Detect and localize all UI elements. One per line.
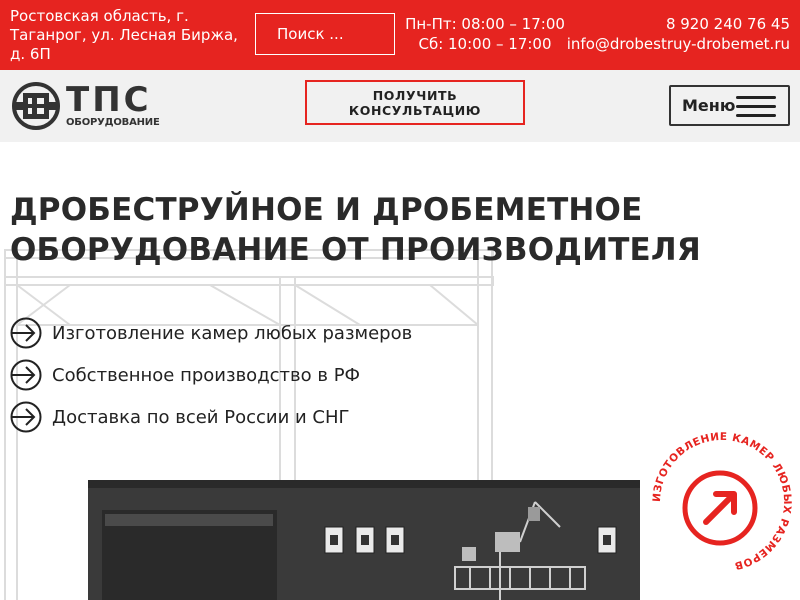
get-consultation-button[interactable]: ПОЛУЧИТЬ КОНСУЛЬТАЦИЮ: [305, 80, 525, 125]
custom-chambers-badge[interactable]: ИЗГОТОВЛЕНИЕ КАМЕР ЛЮБЫХ РАЗМЕРОВ: [642, 422, 800, 582]
logo-mark-icon: [12, 82, 60, 130]
hamburger-icon: [736, 96, 776, 117]
search-placeholder: Поиск ...: [277, 25, 344, 43]
hours-saturday: Сб: 10:00 – 17:00: [418, 35, 552, 53]
arrow-right-circle-icon: [10, 317, 42, 349]
feature-item: Собственное производство в РФ: [10, 354, 412, 396]
working-hours: Пн-Пт: 08:00 – 17:00 Сб: 10:00 – 17:00: [405, 14, 565, 54]
feature-text: Доставка по всей России и СНГ: [52, 406, 350, 428]
arrow-right-circle-icon: [10, 401, 42, 433]
feature-text: Изготовление камер любых размеров: [52, 322, 413, 344]
contacts: 8 920 240 76 45 info@drobestruy-drobemet…: [567, 14, 790, 54]
hero-title-line2: ОБОРУДОВАНИЕ ОТ ПРОИЗВОДИТЕЛЯ: [10, 232, 701, 268]
hero-section: ДРОБЕСТРУЙНОЕ И ДРОБЕМЕТНОЕ ОБОРУДОВАНИЕ…: [0, 142, 800, 600]
logo-sub: ОБОРУДОВАНИЕ: [66, 116, 160, 128]
phone-link[interactable]: 8 920 240 76 45: [567, 14, 790, 34]
search-input[interactable]: Поиск ...: [255, 13, 395, 55]
logo-text: ТПС ОБОРУДОВАНИЕ: [66, 79, 160, 128]
logo[interactable]: ТПС ОБОРУДОВАНИЕ: [11, 80, 161, 132]
menu-label: Меню: [682, 96, 736, 115]
feature-item: Доставка по всей России и СНГ: [10, 396, 412, 438]
arrow-right-circle-icon: [10, 359, 42, 391]
logo-main: ТПС: [66, 79, 152, 120]
hero-title: ДРОБЕСТРУЙНОЕ И ДРОБЕМЕТНОЕ ОБОРУДОВАНИЕ…: [10, 190, 710, 270]
hero-title-line1: ДРОБЕСТРУЙНОЕ И ДРОБЕМЕТНОЕ: [10, 192, 643, 228]
hours-weekdays: Пн-Пт: 08:00 – 17:00: [405, 15, 565, 33]
company-address: Ростовская область, г. Таганрог, ул. Лес…: [10, 7, 238, 63]
feature-list: Изготовление камер любых размеров Собств…: [10, 312, 412, 438]
email-link[interactable]: info@drobestruy-drobemet.ru: [567, 34, 790, 54]
menu-button[interactable]: Меню: [669, 85, 790, 126]
feature-text: Собственное производство в РФ: [52, 364, 361, 386]
feature-item: Изготовление камер любых размеров: [10, 312, 412, 354]
top-bar: Ростовская область, г. Таганрог, ул. Лес…: [0, 0, 800, 70]
site-header: ТПС ОБОРУДОВАНИЕ ПОЛУЧИТЬ КОНСУЛЬТАЦИЮ М…: [0, 70, 800, 142]
